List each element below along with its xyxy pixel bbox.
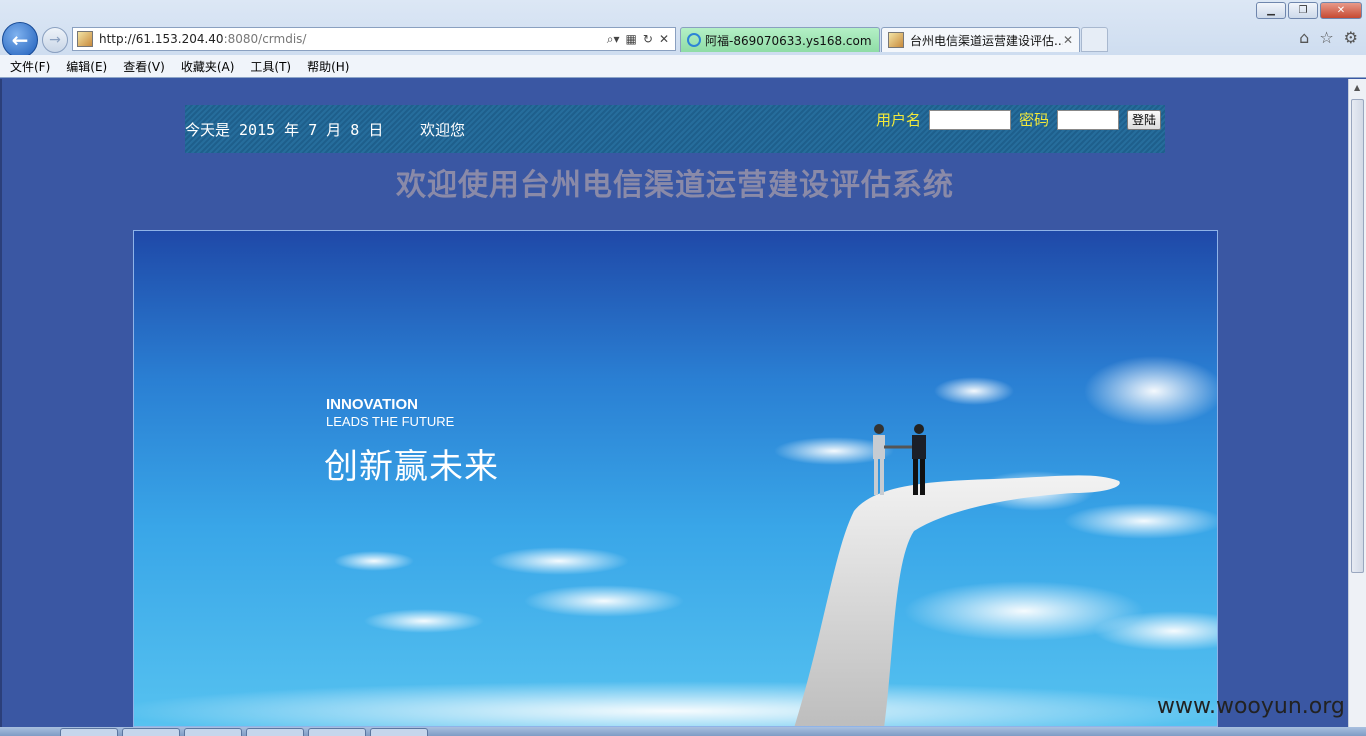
favorites-star-icon[interactable]: ☆ [1319,28,1333,47]
taskbar-item[interactable] [246,728,304,736]
password-input[interactable] [1056,109,1119,130]
gear-icon[interactable]: ⚙ [1344,28,1358,47]
banner-slogan-en-1: INNOVATION [326,396,418,413]
address-bar[interactable]: http://61.153.204.40:8080/crmdis/ ⌕▾ ▦ ↻… [72,27,676,51]
password-label: 密码 [1018,111,1049,129]
menu-bar: 文件(F) 编辑(E) 查看(V) 收藏夹(A) 工具(T) 帮助(H) [0,55,1366,77]
close-button[interactable]: ✕ [1320,2,1362,19]
date-text: 今天是 2015 年 7 月 8 日 [185,121,384,139]
refresh-icon[interactable]: ↻ [643,32,653,47]
forward-button[interactable]: → [42,27,68,53]
scroll-up-icon[interactable]: ▲ [1354,83,1360,92]
address-url[interactable]: http://61.153.204.40:8080/crmdis/ [99,32,607,46]
compat-view-icon[interactable]: ▦ [626,32,637,47]
banner-illustration [134,356,1217,726]
back-button[interactable]: ← [2,22,38,58]
minimize-button[interactable]: ▁ [1256,2,1286,19]
stop-icon[interactable]: ✕ [659,32,669,47]
banner-slogan-cn: 创新赢未来 [324,447,499,487]
page-favicon-icon [888,32,904,48]
ie-icon [687,33,701,47]
arrow-right-icon: → [49,32,61,48]
menu-file[interactable]: 文件(F) [10,58,50,75]
arrow-left-icon: ← [11,28,29,52]
home-icon[interactable]: ⌂ [1299,28,1309,47]
taskbar-item[interactable] [370,728,428,736]
tab-label: 阿福-869070633.ys168.com [705,33,872,48]
taskbar-item[interactable] [308,728,366,736]
close-tab-icon[interactable]: ✕ [1063,33,1073,47]
url-host: http://61.153.204.40 [99,32,224,46]
menu-favorites[interactable]: 收藏夹(A) [181,58,235,75]
login-button[interactable]: 登陆 [1126,109,1161,130]
username-input[interactable] [928,109,1011,130]
taskbar [0,727,1366,736]
menu-tools[interactable]: 工具(T) [250,58,291,75]
search-icon[interactable]: ⌕▾ [607,32,620,47]
header-bar: 今天是 2015 年 7 月 8 日 欢迎您 用户名 密码 登陆 [185,105,1165,153]
browser-chrome: ▁ ❐ ✕ ← → http://61.153.204.40:8080/crmd… [0,0,1366,78]
username-label: 用户名 [875,111,921,129]
page-favicon-icon [77,31,93,47]
taskbar-item[interactable] [184,728,242,736]
menu-view[interactable]: 查看(V) [123,58,165,75]
taskbar-item[interactable] [122,728,180,736]
window-controls: ▁ ❐ ✕ [1256,2,1362,19]
url-path: :8080/crmdis/ [223,32,307,46]
taskbar-item[interactable] [60,728,118,736]
hero-banner: INNOVATION LEADS THE FUTURE 创新赢未来 [133,230,1218,727]
banner-slogan-en-2: LEADS THE FUTURE [326,414,455,429]
tab-label: 台州电信渠道运营建设评估... [910,33,1063,48]
restore-button[interactable]: ❐ [1288,2,1318,19]
address-tools: ⌕▾ ▦ ↻ ✕ [607,32,675,47]
new-tab-button[interactable] [1081,27,1108,52]
login-form: 用户名 密码 登陆 [876,109,1161,130]
page-title: 欢迎使用台州电信渠道运营建设评估系统 [396,168,954,203]
menu-edit[interactable]: 编辑(E) [66,58,107,75]
scroll-thumb[interactable] [1351,99,1364,573]
vertical-scrollbar[interactable]: ▲ [1348,79,1366,727]
browser-toolbar-icons: ⌂ ☆ ⚙ [1299,28,1358,47]
welcome-text: 欢迎您 [420,121,466,139]
tab-ys168[interactable]: 阿福-869070633.ys168.com [680,27,880,52]
watermark-text: www.wooyun.org [1157,694,1345,719]
menu-help[interactable]: 帮助(H) [307,58,349,75]
tab-crmdis[interactable]: 台州电信渠道运营建设评估... ✕ [881,27,1080,52]
